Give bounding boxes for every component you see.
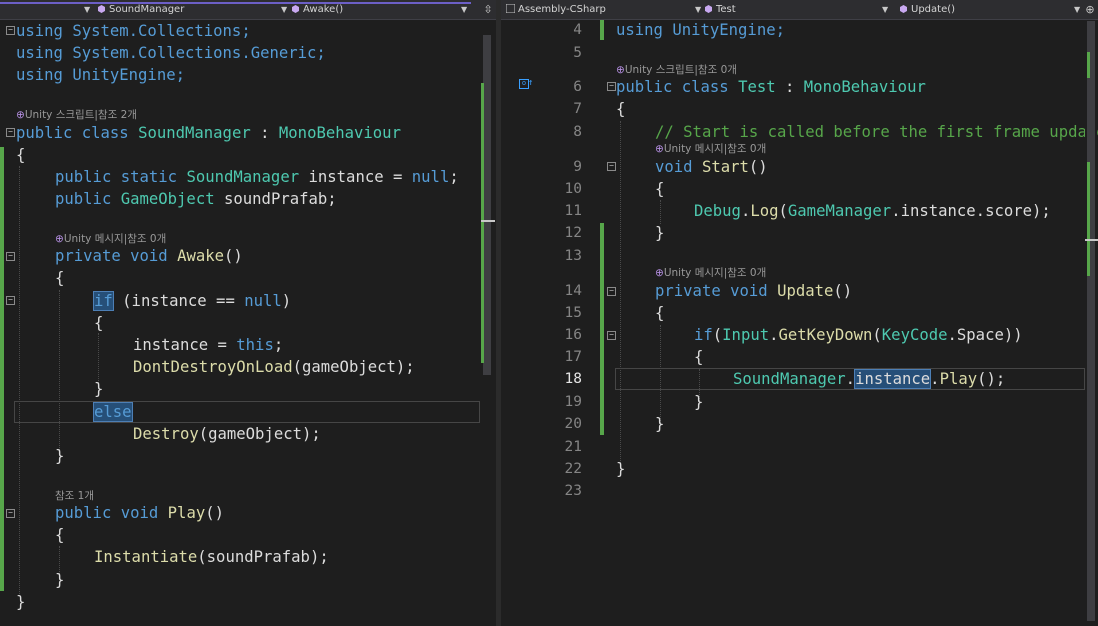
code-line: else	[93, 402, 133, 422]
code-line: {	[655, 304, 665, 322]
code-line: Debug.Log(GameManager.instance.score);	[694, 202, 1051, 220]
code-line: SoundManager.instance.Play();	[733, 369, 1006, 389]
left-vertical-scrollbar[interactable]	[481, 21, 495, 621]
code-line: using UnityEngine;	[616, 21, 785, 39]
left-code-area[interactable]: using System.Collections; using System.C…	[0, 0, 496, 626]
code-line: }	[694, 393, 704, 411]
code-line: using System.Collections.Generic;	[16, 44, 326, 62]
code-line: // Start is called before the first fram…	[655, 123, 1098, 141]
code-line: {	[655, 180, 665, 198]
caret-position-marker	[1085, 239, 1098, 241]
code-line: Destroy(gameObject);	[133, 425, 321, 443]
code-line: if(Input.GetKeyDown(KeyCode.Space))	[694, 326, 1023, 344]
change-marker	[1087, 162, 1090, 276]
right-code-area[interactable]: using UnityEngine; ⊕Unity 스크립트|참조 0개 pub…	[501, 0, 1098, 626]
caret-position-marker	[481, 220, 495, 222]
code-line: }	[55, 571, 65, 589]
codelens-references[interactable]: ⊕Unity 메시지|참조 0개	[55, 231, 166, 246]
left-editor-pane[interactable]: ▼ SoundManager ▼ Awake() ▼ ⇳ − − − − − u…	[0, 0, 496, 626]
code-line: public GameObject soundPrafab;	[55, 190, 337, 208]
right-vertical-scrollbar[interactable]	[1085, 21, 1098, 626]
code-line: }	[94, 380, 104, 398]
code-line: }	[16, 593, 26, 611]
code-line: public void Play()	[55, 504, 225, 522]
change-marker	[1087, 52, 1090, 78]
code-line: using UnityEngine;	[16, 66, 185, 84]
code-line: if (instance == null)	[93, 291, 292, 311]
right-editor-pane[interactable]: Assembly-CSharp ▼ Test ▼ Update() ▼ ⊕ 45…	[501, 0, 1098, 626]
scrollbar-thumb[interactable]	[483, 35, 491, 375]
code-line: Instantiate(soundPrafab);	[94, 548, 329, 566]
code-line: {	[616, 100, 626, 118]
code-line: private void Awake()	[55, 247, 243, 265]
code-line: void Start()	[655, 158, 768, 176]
code-line: {	[694, 348, 704, 366]
code-line: }	[655, 415, 665, 433]
codelens-references[interactable]: ⊕Unity 스크립트|참조 0개	[616, 62, 737, 77]
code-line: }	[616, 460, 626, 478]
code-line: public static SoundManager instance = nu…	[55, 168, 459, 186]
code-line: {	[94, 314, 104, 332]
code-line: using System.Collections;	[16, 22, 251, 40]
code-line: DontDestroyOnLoad(gameObject);	[133, 358, 415, 376]
code-line: public class SoundManager : MonoBehaviou…	[16, 124, 401, 142]
code-line: }	[655, 224, 665, 242]
code-line: }	[55, 447, 65, 465]
code-line: {	[55, 269, 65, 287]
scrollbar-thumb[interactable]	[1087, 21, 1095, 621]
code-line: {	[16, 146, 26, 164]
codelens-references[interactable]: ⊕Unity 메시지|참조 0개	[655, 141, 766, 156]
change-marker	[481, 83, 484, 363]
codelens-references[interactable]: 참조 1개	[55, 488, 94, 503]
codelens-references[interactable]: ⊕Unity 스크립트|참조 2개	[16, 107, 137, 122]
codelens-references[interactable]: ⊕Unity 메시지|참조 0개	[655, 265, 766, 280]
code-line: {	[55, 526, 65, 544]
code-line: private void Update()	[655, 282, 853, 300]
code-line: instance = this;	[133, 336, 284, 354]
code-line: public class Test : MonoBehaviour	[616, 78, 926, 96]
